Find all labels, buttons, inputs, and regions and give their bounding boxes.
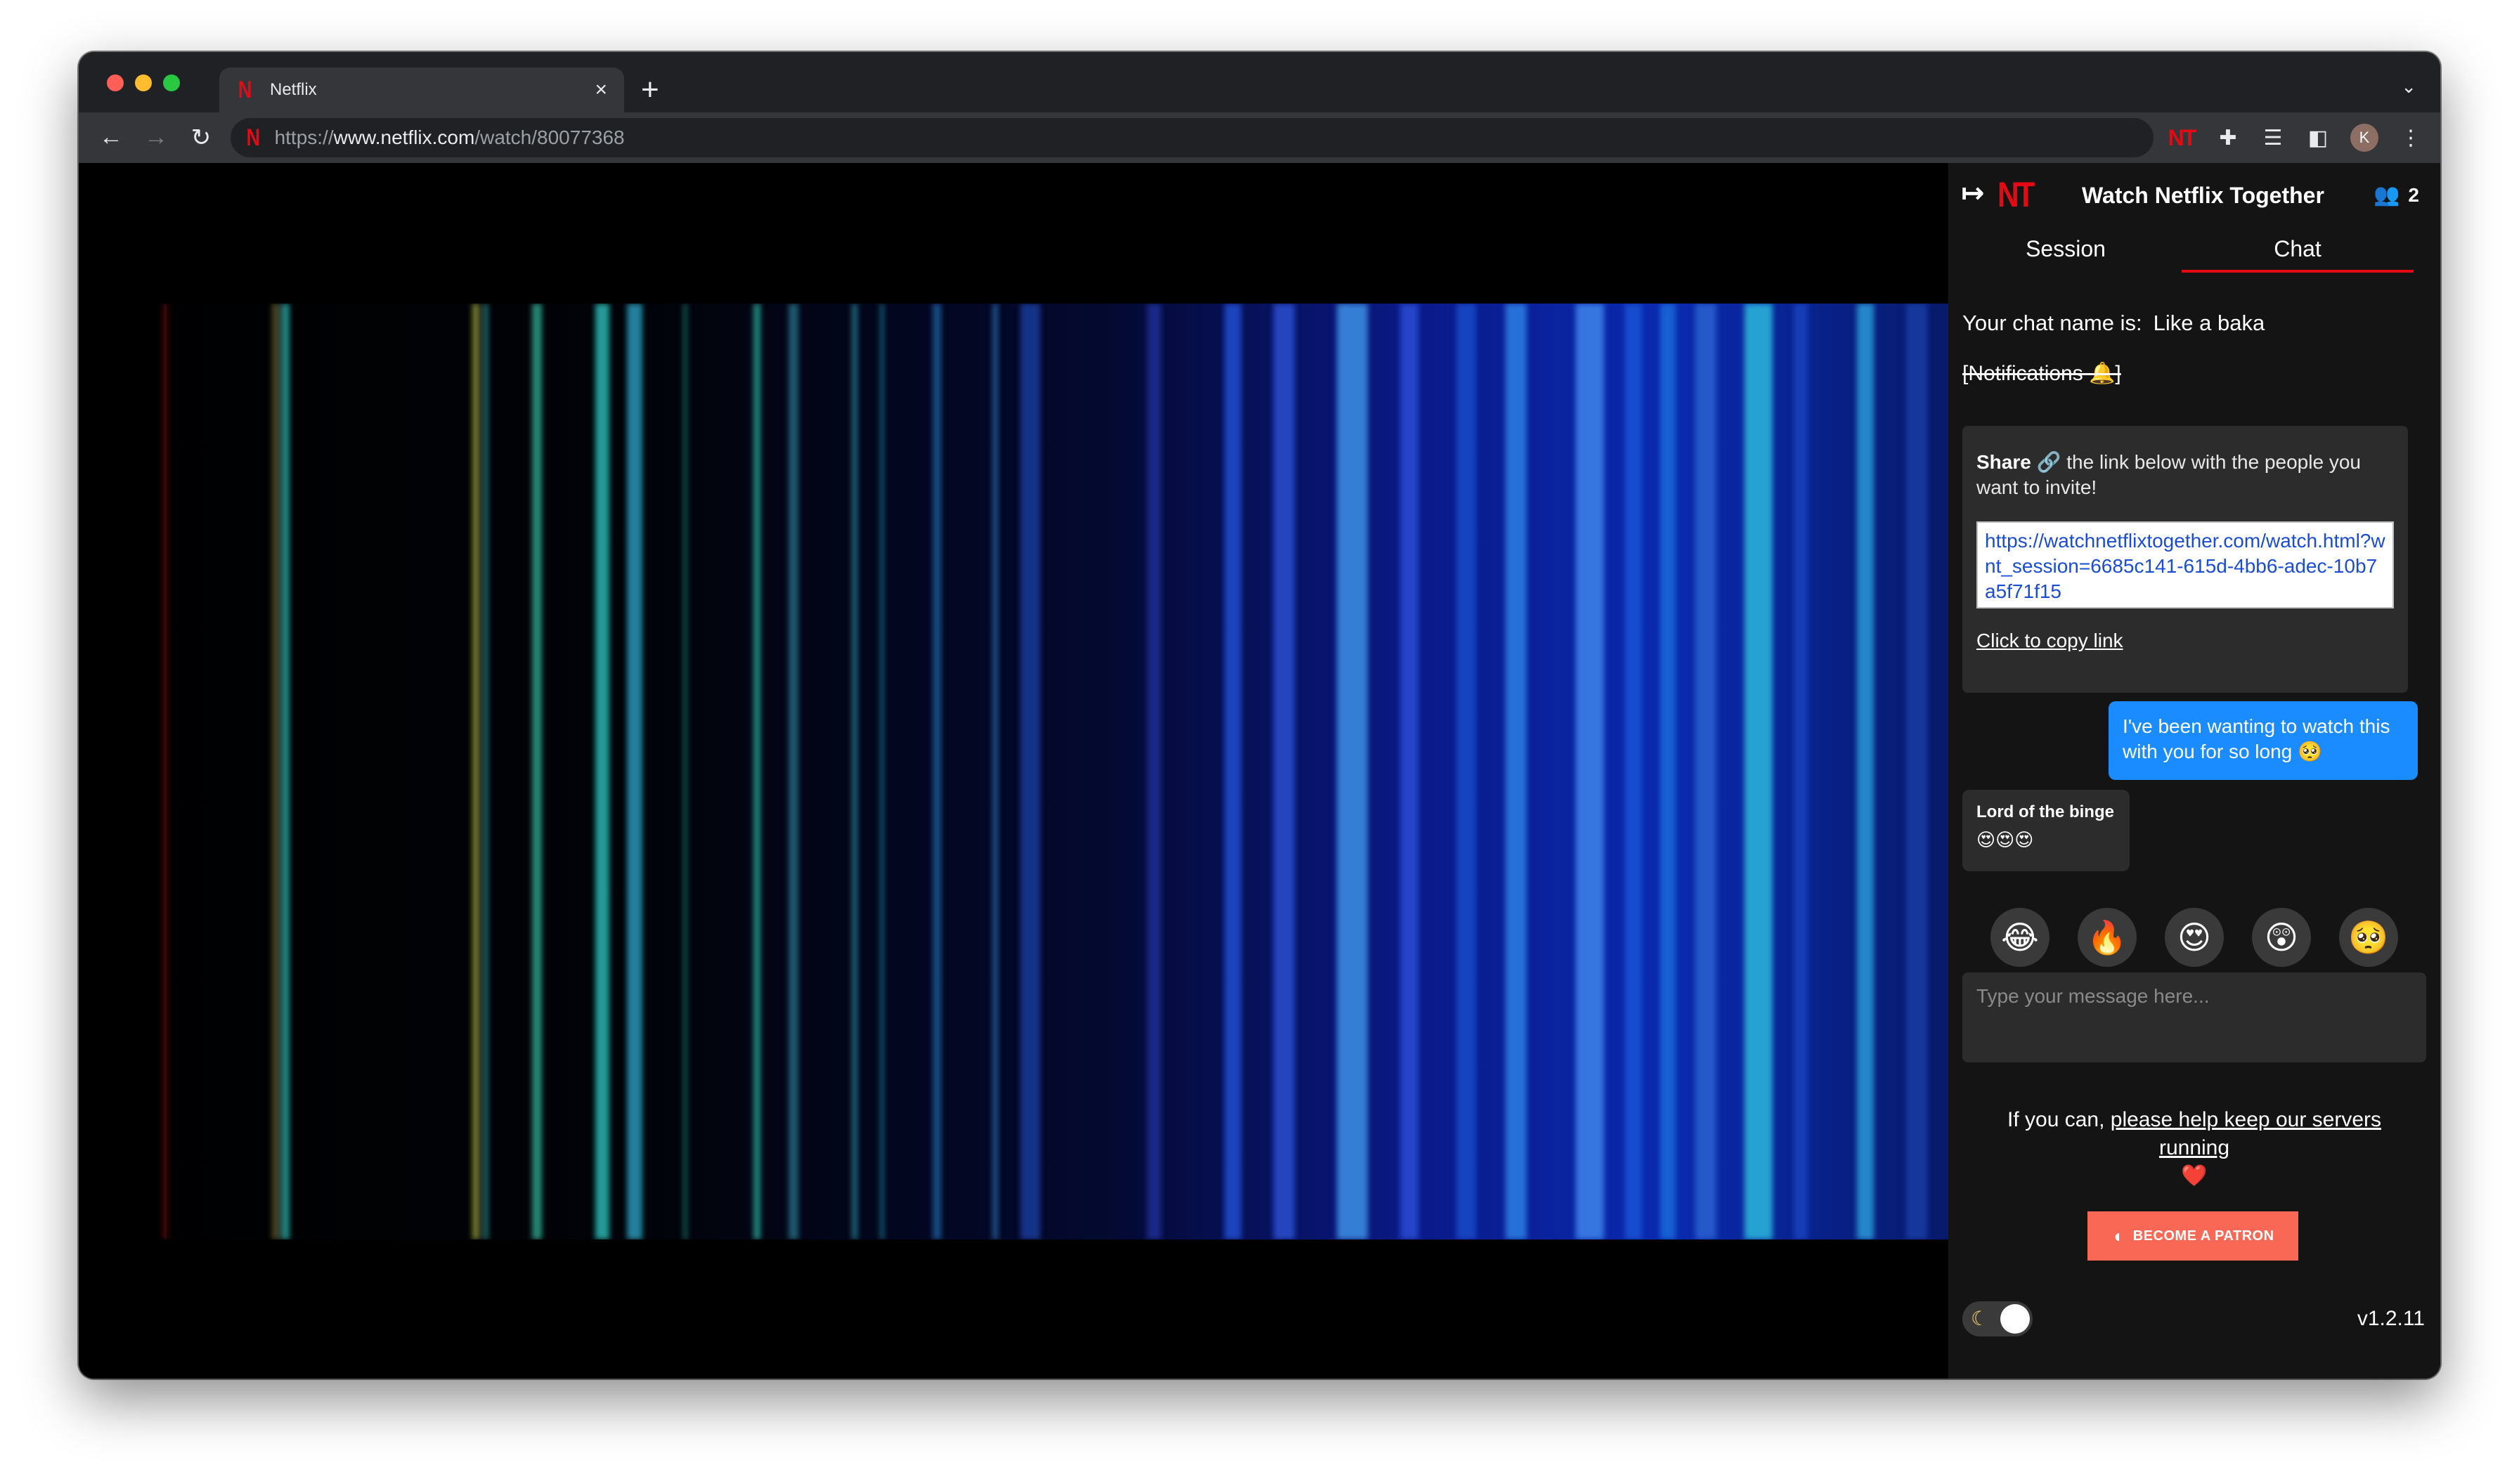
support-text: If you can, please help keep our servers… xyxy=(1976,1106,2412,1190)
minimize-window-button[interactable] xyxy=(135,74,152,91)
url-path: /watch/80077368 xyxy=(474,126,625,148)
notifications-toggle[interactable]: [Notifications 🔔] xyxy=(1962,361,2121,386)
share-bold: Share xyxy=(1976,451,2031,473)
reaction-pleading-icon[interactable]: 🥺 xyxy=(2339,908,2398,967)
panel-header: ↦ NT Watch Netflix Together 👥 2 xyxy=(1948,163,2440,219)
video-frame xyxy=(79,304,1948,1239)
chat-name-label: Your chat name is: xyxy=(1962,311,2142,335)
side-panel-icon[interactable]: ◧ xyxy=(2305,126,2331,150)
message-text: 😍😍😍 xyxy=(1976,829,2034,850)
patreon-logo-icon: ◖ xyxy=(2111,1225,2123,1247)
support-link[interactable]: please help keep our servers running xyxy=(2111,1108,2381,1159)
puzzle-extensions-icon[interactable]: ✚ xyxy=(2215,126,2241,150)
chat-message-other: Lord of the binge 😍😍😍 xyxy=(1962,790,2130,871)
url-host: www.netflix.com xyxy=(333,126,475,148)
user-count: 👥 2 xyxy=(2374,183,2419,207)
copy-link-button[interactable]: Click to copy link xyxy=(1976,630,2123,652)
site-netflix-icon: N xyxy=(246,124,261,151)
share-box: Share 🔗 the link below with the people y… xyxy=(1962,426,2408,693)
patron-label: BECOME A PATRON xyxy=(2132,1228,2274,1244)
forward-arrow-icon[interactable]: → xyxy=(134,124,179,152)
tab-session[interactable]: Session xyxy=(1950,228,2182,273)
panel-title: Watch Netflix Together xyxy=(2082,183,2324,208)
reaction-bar: 😂 🔥 😍 😲 🥺 xyxy=(1990,908,2398,967)
watch-together-panel: ↦ NT Watch Netflix Together 👥 2 Session … xyxy=(1948,163,2440,1379)
moon-icon: ☾ xyxy=(1971,1308,1989,1329)
reload-icon[interactable]: ↻ xyxy=(179,124,224,152)
share-instructions: Share 🔗 the link below with the people y… xyxy=(1976,450,2394,500)
collapse-panel-icon[interactable]: ↦ xyxy=(1961,177,1985,209)
chat-name-line: Your chat name is: Like a baka xyxy=(1962,311,2265,336)
browser-window: N Netflix × + ⌄ ← → ↻ N https://www.netf… xyxy=(79,52,2440,1379)
tab-chat[interactable]: Chat xyxy=(2182,228,2414,273)
window-controls xyxy=(107,74,180,91)
url-scheme: https:// xyxy=(274,126,334,148)
extension-icons: NT ✚ ☰ ◧ K ⋮ xyxy=(2168,112,2423,163)
support-prefix: If you can, xyxy=(2007,1108,2105,1131)
profile-avatar[interactable]: K xyxy=(2350,124,2378,152)
dark-mode-toggle[interactable]: ☾ xyxy=(1962,1301,2033,1336)
message-author: Lord of the binge xyxy=(1976,802,2114,821)
video-stripes xyxy=(163,304,1927,1239)
reaction-laughing-icon[interactable]: 😂 xyxy=(1990,908,2049,967)
netflix-together-extension-icon[interactable]: NT xyxy=(2168,125,2197,151)
message-input[interactable] xyxy=(1962,972,2426,1062)
close-tab-icon[interactable]: × xyxy=(595,78,607,102)
page-content: ↦ NT Watch Netflix Together 👥 2 Session … xyxy=(79,163,2440,1379)
new-tab-button[interactable]: + xyxy=(641,72,659,108)
panel-tabs: Session Chat xyxy=(1948,228,2440,273)
reaction-fire-icon[interactable]: 🔥 xyxy=(2078,908,2137,967)
chat-name-value[interactable]: Like a baka xyxy=(2154,311,2265,335)
chat-message-mine: I've been wanting to watch this with you… xyxy=(2109,701,2418,780)
tab-search-chevron-icon[interactable]: ⌄ xyxy=(2401,76,2416,98)
heart-icon: ❤️ xyxy=(2181,1164,2208,1187)
reaction-heart-eyes-icon[interactable]: 😍 xyxy=(2165,908,2224,967)
video-player[interactable] xyxy=(79,163,1948,1379)
version-label: v1.2.11 xyxy=(2357,1307,2425,1330)
browser-menu-icon[interactable]: ⋮ xyxy=(2398,126,2423,150)
media-queue-icon[interactable]: ☰ xyxy=(2260,126,2286,150)
maximize-window-button[interactable] xyxy=(163,74,180,91)
become-patron-button[interactable]: ◖ BECOME A PATRON xyxy=(2087,1211,2298,1261)
toggle-knob xyxy=(2000,1304,2030,1334)
share-link-field[interactable]: https://watchnetflixtogether.com/watch.h… xyxy=(1976,521,2394,608)
browser-tab-netflix[interactable]: N Netflix × xyxy=(219,67,624,112)
close-window-button[interactable] xyxy=(107,74,124,91)
reaction-astonished-icon[interactable]: 😲 xyxy=(2252,908,2311,967)
user-count-value: 2 xyxy=(2408,183,2419,206)
nt-logo: NT xyxy=(1997,175,2035,214)
tab-strip: N Netflix × + ⌄ xyxy=(79,52,2440,112)
share-text: 🔗 the link below with the people you wan… xyxy=(1976,451,2361,498)
address-bar[interactable]: N https://www.netflix.com/watch/80077368 xyxy=(231,118,2154,157)
tab-title: Netflix xyxy=(270,80,317,99)
back-arrow-icon[interactable]: ← xyxy=(89,124,134,152)
people-icon: 👥 xyxy=(2374,183,2400,207)
netflix-favicon-icon: N xyxy=(238,76,252,103)
browser-toolbar: ← → ↻ N https://www.netflix.com/watch/80… xyxy=(79,112,2440,163)
